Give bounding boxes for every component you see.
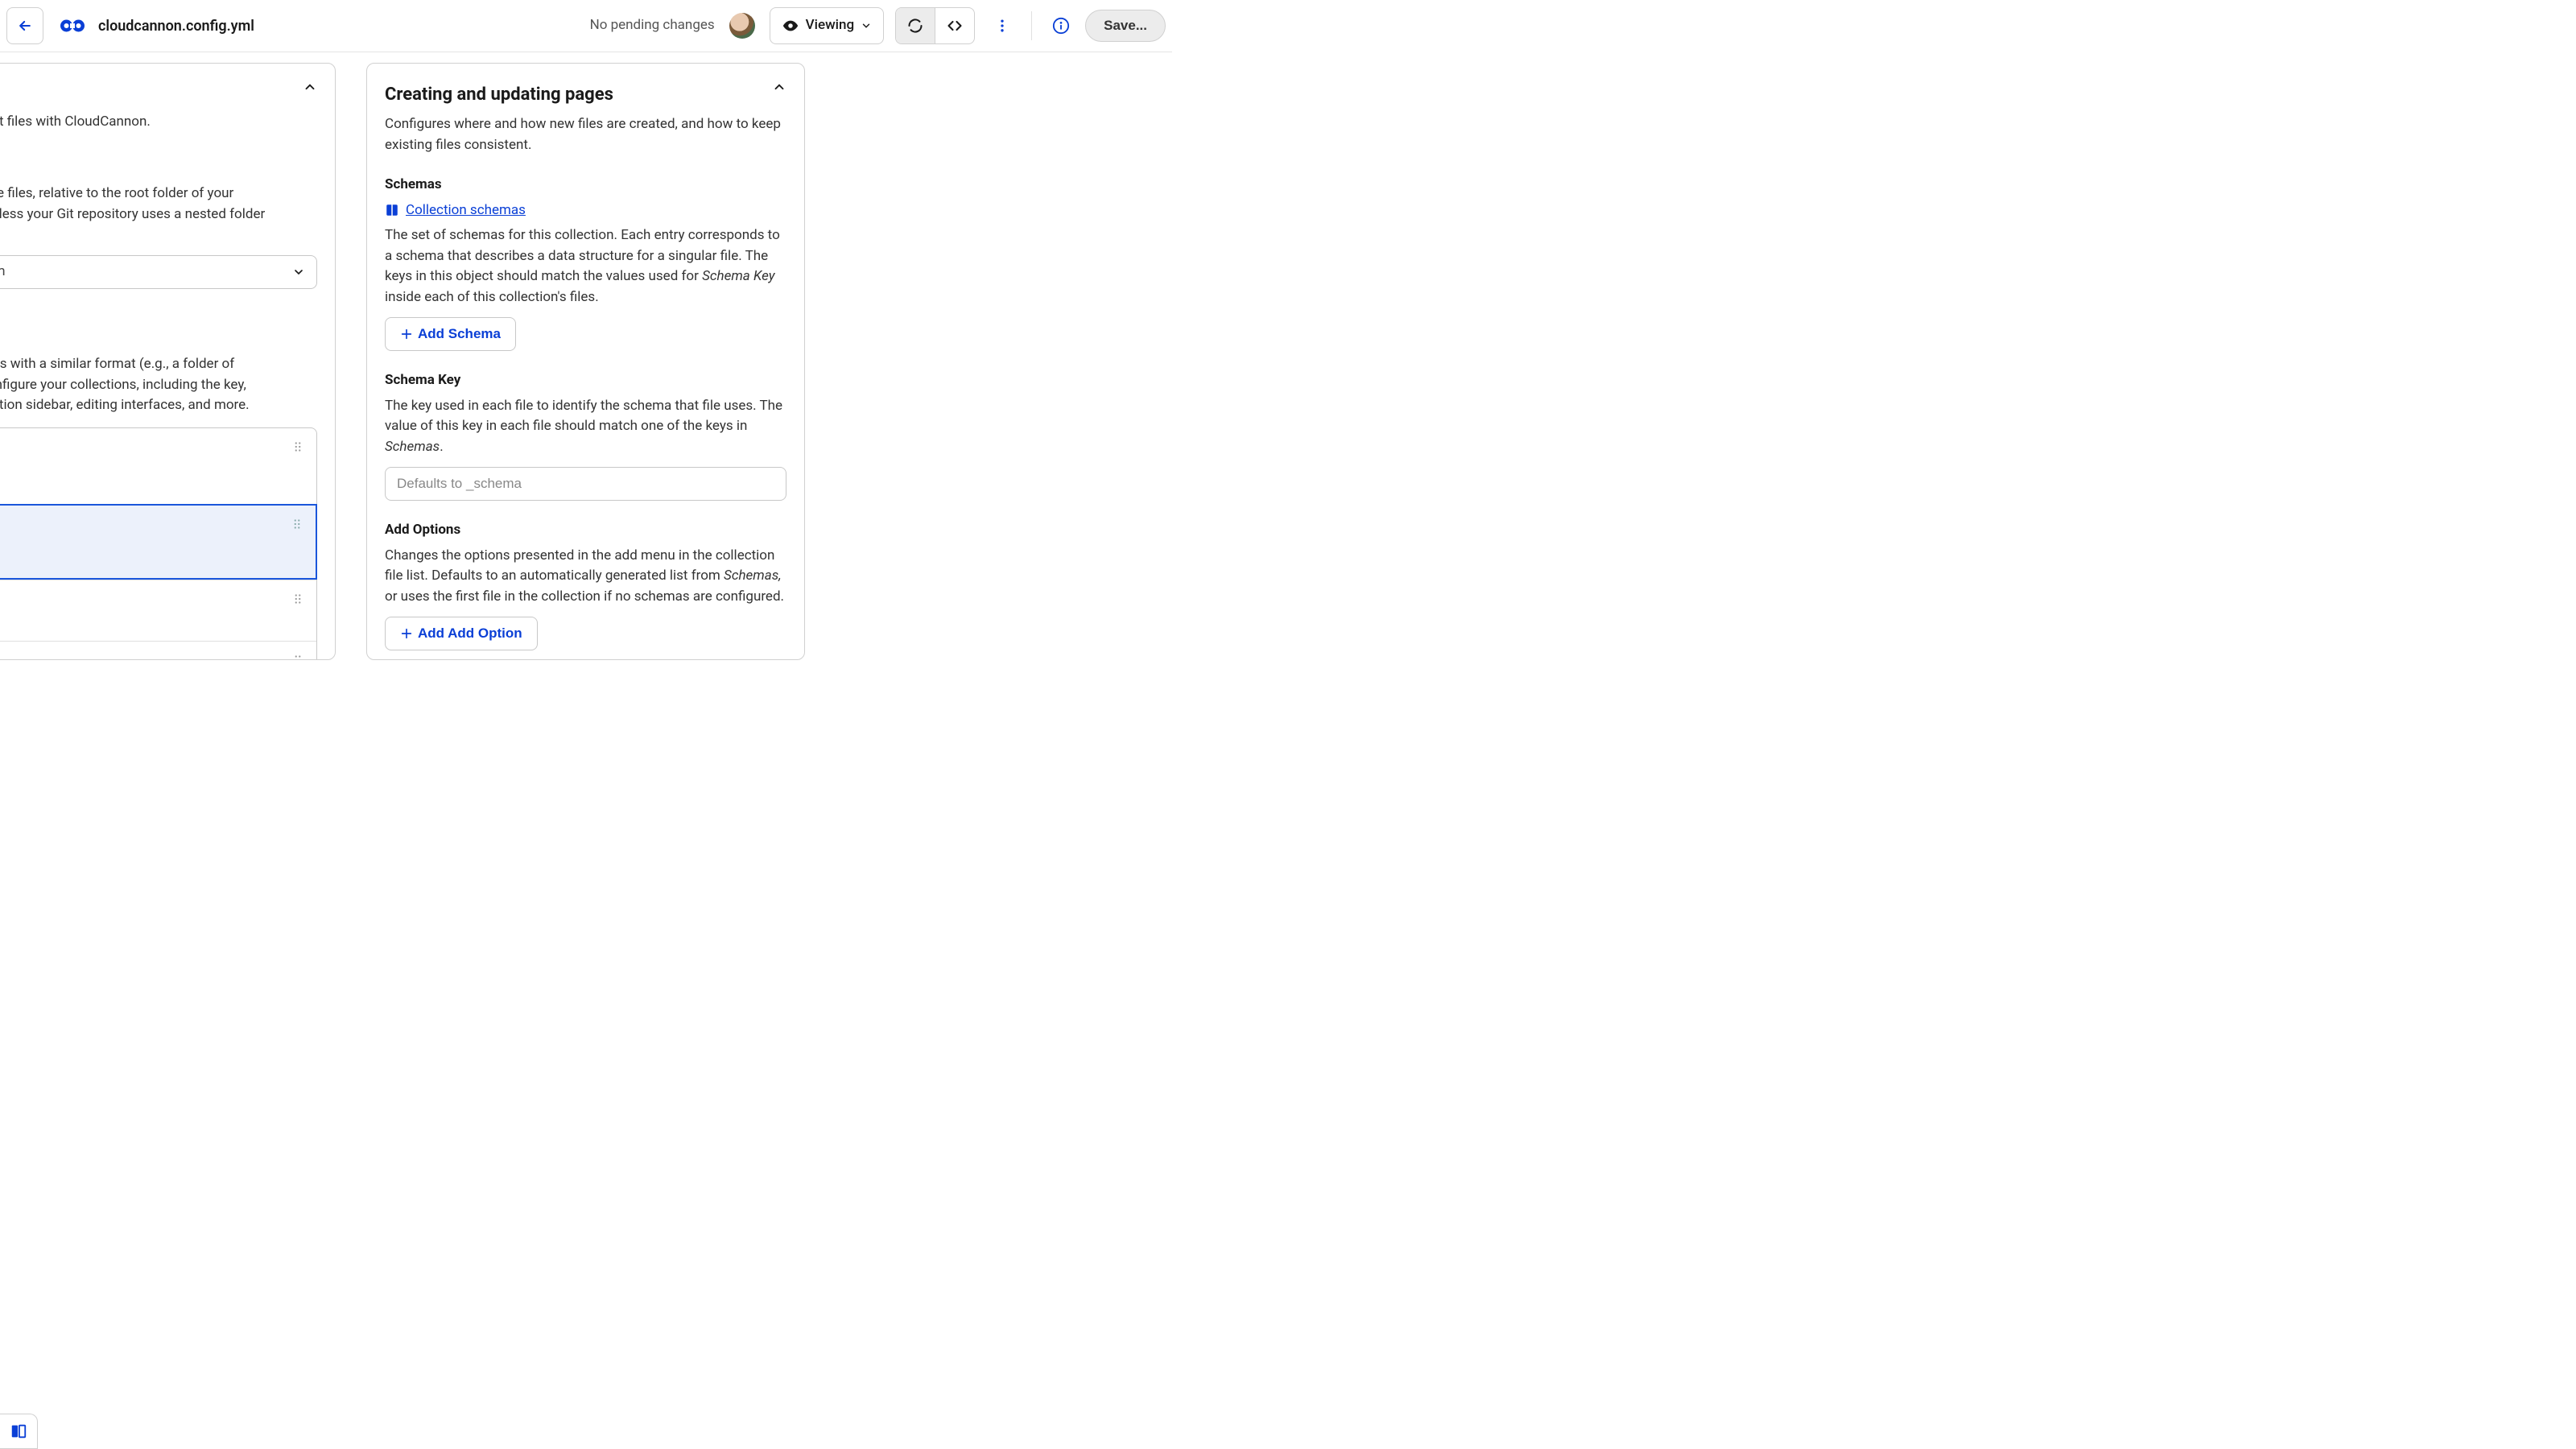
plus-icon	[400, 328, 413, 341]
source-select[interactable]: and select an item	[0, 255, 317, 289]
user-avatar[interactable]	[729, 13, 755, 39]
drag-handle-icon[interactable]	[291, 440, 305, 454]
schemas-block: Schemas Collection schemas The set of sc…	[385, 175, 786, 351]
add-schema-button[interactable]: Add Schema	[385, 317, 516, 351]
collections-description: group of related files with a similar fo…	[0, 354, 317, 416]
chevron-down-icon	[861, 20, 872, 31]
drag-handle-icon[interactable]	[291, 592, 305, 606]
plus-icon	[400, 627, 413, 640]
code-view-button[interactable]	[935, 8, 974, 43]
schemas-description: The set of schemas for this collection. …	[385, 225, 786, 308]
book-icon	[385, 203, 399, 217]
schema-key-input[interactable]	[385, 467, 786, 501]
refresh-button[interactable]	[896, 8, 935, 43]
schema-key-block: Schema Key The key used in each file to …	[385, 370, 786, 501]
collection-title: cts	[0, 588, 305, 609]
viewing-label: Viewing	[806, 15, 854, 36]
top-bar: cloudcannon.config.yml No pending change…	[0, 0, 1172, 52]
add-add-option-button[interactable]: Add Add Option	[385, 617, 538, 650]
cloudcannon-logo-icon	[58, 11, 87, 40]
drag-handle-icon[interactable]	[290, 517, 304, 531]
view-toggle-button[interactable]	[0, 1414, 38, 1449]
eye-icon	[782, 17, 799, 35]
left-subtitle: grating your content files with CloudCan…	[0, 112, 317, 133]
collection-item[interactable]: cts t/products	[0, 580, 316, 641]
drag-handle-icon[interactable]	[291, 653, 305, 661]
editor-mode-group	[895, 7, 975, 44]
collection-item[interactable]	[0, 641, 316, 661]
file-name: cloudcannon.config.yml	[98, 15, 254, 37]
sync-status: No pending changes	[590, 15, 715, 36]
right-subtitle: Configures where and how new files are c…	[385, 114, 786, 155]
save-button[interactable]: Save...	[1085, 10, 1166, 42]
collection-item[interactable]: t	[0, 428, 316, 504]
collapse-panel-button[interactable]	[772, 80, 786, 94]
collection-path: t/blog	[0, 546, 304, 567]
add-options-block: Add Options Changes the options presente…	[385, 520, 786, 650]
chevron-up-icon	[772, 80, 786, 94]
info-button[interactable]	[1043, 8, 1079, 43]
collections-list: t t/blog cts t/products	[0, 427, 317, 661]
collections-doc-link[interactable]: collections	[0, 329, 317, 350]
collection-item-selected[interactable]: t/blog	[0, 504, 317, 580]
code-icon	[947, 18, 963, 34]
back-button[interactable]	[6, 7, 43, 44]
add-options-label: Add Options	[385, 520, 786, 541]
add-options-description: Changes the options presented in the add…	[385, 546, 786, 608]
schema-key-description: The key used in each file to identify th…	[385, 396, 786, 458]
refresh-icon	[907, 18, 923, 34]
more-options-button[interactable]	[985, 8, 1020, 43]
viewing-dropdown[interactable]: Viewing	[770, 8, 883, 43]
left-section-title: nd Paths	[0, 80, 317, 105]
separator	[1031, 11, 1032, 40]
creating-updating-panel: Creating and updating pages Configures w…	[366, 63, 805, 660]
info-icon	[1052, 17, 1070, 35]
schemas-doc-link[interactable]: Collection schemas	[385, 200, 786, 221]
collection-schemas-link[interactable]: Collection schemas	[406, 200, 526, 221]
arrow-left-icon	[17, 18, 33, 34]
collapse-panel-button[interactable]	[303, 80, 317, 94]
chevron-up-icon	[303, 80, 317, 94]
kebab-icon	[994, 18, 1010, 34]
right-section-title: Creating and updating pages	[385, 81, 786, 108]
chevron-down-icon	[292, 266, 305, 279]
collection-path: t/products	[0, 609, 305, 630]
schemas-label: Schemas	[385, 175, 786, 196]
schema-key-label: Schema Key	[385, 370, 786, 391]
source-description: oath for your source files, relative to …	[0, 184, 317, 246]
panel-icon	[10, 1422, 27, 1440]
collections-paths-panel: nd Paths grating your content files with…	[0, 63, 336, 660]
select-placeholder: and select an item	[0, 262, 6, 283]
collection-path: t	[0, 472, 305, 493]
view-mode-group: Viewing	[770, 7, 884, 44]
